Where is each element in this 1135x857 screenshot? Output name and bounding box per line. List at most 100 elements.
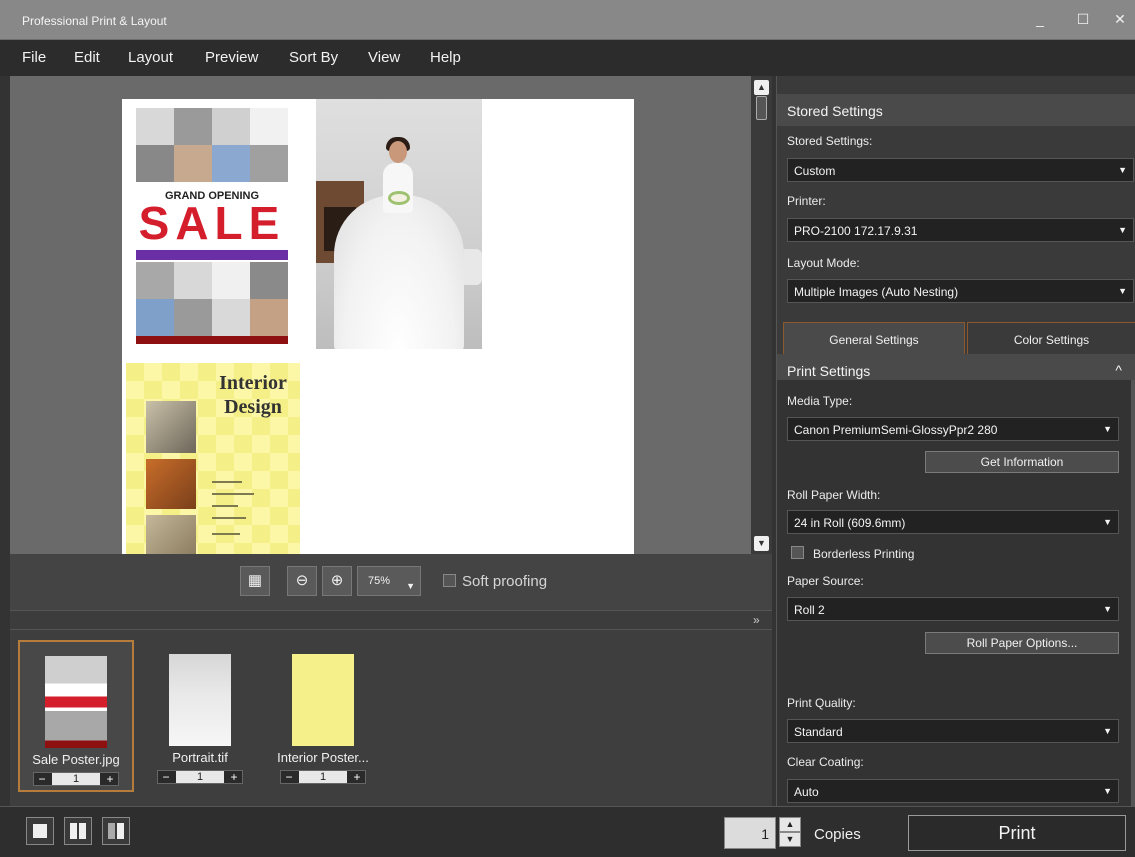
zoom-out-button[interactable]: ⊖	[287, 566, 317, 596]
single-view-button[interactable]	[26, 817, 54, 845]
layout-preview[interactable]: GRAND OPENING SALE Interior Design	[10, 76, 751, 554]
stepper-value: 1	[52, 773, 100, 785]
print-quality-value: Standard	[794, 725, 843, 739]
menu-file[interactable]: File	[22, 49, 46, 66]
preview-scrollbar[interactable]: ▲ ▼	[751, 76, 772, 554]
menu-edit[interactable]: Edit	[74, 49, 100, 66]
thumbnail-sale-poster[interactable]: Sale Poster.jpg − 1 +	[18, 640, 134, 792]
collapse-chevron-icon[interactable]: »	[753, 613, 760, 627]
copies-stepper[interactable]: − 1 +	[157, 770, 243, 784]
decrement-button[interactable]: −	[34, 773, 50, 785]
settings-panel: Stored Settings Stored Settings: Custom ▼…	[776, 76, 1135, 806]
copies-stepper[interactable]: − 1 +	[280, 770, 366, 784]
panel-scrollbar[interactable]	[1131, 380, 1135, 806]
chevron-down-icon: ▼	[1103, 726, 1112, 736]
roll-paper-width-label: Roll Paper Width:	[787, 488, 881, 502]
thumbnail-portrait[interactable]: Portrait.tif − 1 +	[142, 640, 258, 792]
wedding-dress	[334, 195, 464, 349]
chevron-down-icon: ▼	[1118, 225, 1127, 235]
dual-view-button[interactable]	[64, 817, 92, 845]
zoom-in-icon: ⊕	[330, 572, 344, 589]
increment-button[interactable]: +	[349, 771, 365, 783]
maximize-button[interactable]: ☐	[1068, 8, 1098, 30]
bouquet	[388, 191, 410, 205]
chevron-down-icon: ▼	[1103, 424, 1112, 434]
stored-settings-header[interactable]: Stored Settings	[777, 94, 1135, 126]
chevron-up-icon[interactable]: ^	[1115, 362, 1122, 378]
menu-view[interactable]: View	[368, 49, 400, 66]
chevron-down-icon: ▼	[406, 581, 415, 591]
scroll-down-arrow-icon[interactable]: ▼	[754, 536, 769, 551]
fit-to-window-button[interactable]: ▦	[240, 566, 270, 596]
copies-input[interactable]: 1	[724, 817, 776, 849]
decrement-button[interactable]: −	[281, 771, 297, 783]
thumbnail-image	[292, 654, 354, 746]
soft-proofing-checkbox[interactable]	[443, 574, 456, 587]
roll-paper-width-select[interactable]: 24 in Roll (609.6mm) ▼	[787, 510, 1119, 534]
copies-up-icon[interactable]: ▲	[779, 817, 801, 832]
title-bar: Professional Print & Layout _ ☐ ✕	[0, 0, 1135, 40]
zoom-in-button[interactable]: ⊕	[322, 566, 352, 596]
zoom-level-value: 75%	[368, 575, 391, 587]
sale-big-text: SALE	[138, 197, 286, 249]
split-view-button[interactable]	[102, 817, 130, 845]
text-line	[212, 517, 246, 519]
print-button[interactable]: Print	[908, 815, 1126, 851]
stored-settings-select[interactable]: Custom ▼	[787, 158, 1134, 182]
text-line	[212, 505, 238, 507]
fit-icon: ▦	[247, 572, 263, 589]
panel-splitter[interactable]: »	[10, 610, 772, 630]
soft-proofing-label: Soft proofing	[462, 573, 548, 590]
stored-settings-title: Stored Settings	[787, 103, 883, 119]
stepper-value: 1	[176, 771, 224, 783]
tab-general-settings[interactable]: General Settings	[783, 322, 965, 356]
print-settings-title: Print Settings	[787, 363, 871, 379]
borderless-printing-checkbox[interactable]	[791, 546, 804, 559]
thumbnail-name: Portrait.tif	[172, 750, 228, 765]
paper-source-label: Paper Source:	[787, 574, 864, 588]
interior-poster-image[interactable]: Interior Design	[126, 363, 300, 554]
scroll-thumb[interactable]	[756, 96, 767, 120]
close-button[interactable]: ✕	[1105, 8, 1135, 30]
printer-label: Printer:	[787, 194, 826, 208]
minimize-button[interactable]: _	[1025, 8, 1055, 30]
layout-mode-label: Layout Mode:	[787, 256, 860, 270]
menu-layout[interactable]: Layout	[128, 49, 173, 66]
paper-source-select[interactable]: Roll 2 ▼	[787, 597, 1119, 621]
thumbnail-interior-poster[interactable]: Interior Poster... − 1 +	[265, 640, 381, 792]
bottom-bar: 1 ▲ ▼ Copies Print	[0, 806, 1135, 857]
decrement-button[interactable]: −	[158, 771, 174, 783]
zoom-level-select[interactable]: 75% ▼	[357, 566, 421, 596]
stepper-value: 1	[299, 771, 347, 783]
media-type-select[interactable]: Canon PremiumSemi-GlossyPpr2 280 ▼	[787, 417, 1119, 441]
roll-paper-width-value: 24 in Roll (609.6mm)	[794, 516, 906, 530]
sale-poster-image[interactable]: GRAND OPENING SALE	[136, 108, 288, 344]
clear-coating-label: Clear Coating:	[787, 755, 864, 769]
portrait-image[interactable]	[316, 99, 482, 349]
stored-settings-label: Stored Settings:	[787, 134, 873, 148]
copies-spinner[interactable]: ▲ ▼	[779, 817, 801, 849]
layout-mode-select[interactable]: Multiple Images (Auto Nesting) ▼	[787, 279, 1134, 303]
roll-paper-options-button[interactable]: Roll Paper Options...	[925, 632, 1119, 654]
thumbnail-name: Interior Poster...	[277, 750, 369, 765]
print-quality-select[interactable]: Standard ▼	[787, 719, 1119, 743]
interior-title-line2: Design	[224, 396, 282, 418]
get-information-button[interactable]: Get Information	[925, 451, 1119, 473]
increment-button[interactable]: +	[226, 771, 242, 783]
increment-button[interactable]: +	[102, 773, 118, 785]
clear-coating-select[interactable]: Auto ▼	[787, 779, 1119, 803]
zoom-toolbar: ▦ ⊖ ⊕ 75% ▼ Soft proofing	[10, 554, 772, 610]
layout-mode-value: Multiple Images (Auto Nesting)	[794, 285, 959, 299]
bodice	[383, 163, 413, 213]
interior-photo-2	[146, 459, 196, 509]
interior-title: Interior Design	[206, 371, 300, 419]
menu-preview[interactable]: Preview	[205, 49, 258, 66]
tab-color-settings[interactable]: Color Settings	[967, 322, 1135, 356]
copies-down-icon[interactable]: ▼	[779, 832, 801, 847]
menu-help[interactable]: Help	[430, 49, 461, 66]
printer-select[interactable]: PRO-2100 172.17.9.31 ▼	[787, 218, 1134, 242]
copies-stepper[interactable]: − 1 +	[33, 772, 119, 786]
scroll-up-arrow-icon[interactable]: ▲	[754, 80, 769, 95]
chevron-down-icon: ▼	[1103, 517, 1112, 527]
menu-sort-by[interactable]: Sort By	[289, 49, 338, 66]
